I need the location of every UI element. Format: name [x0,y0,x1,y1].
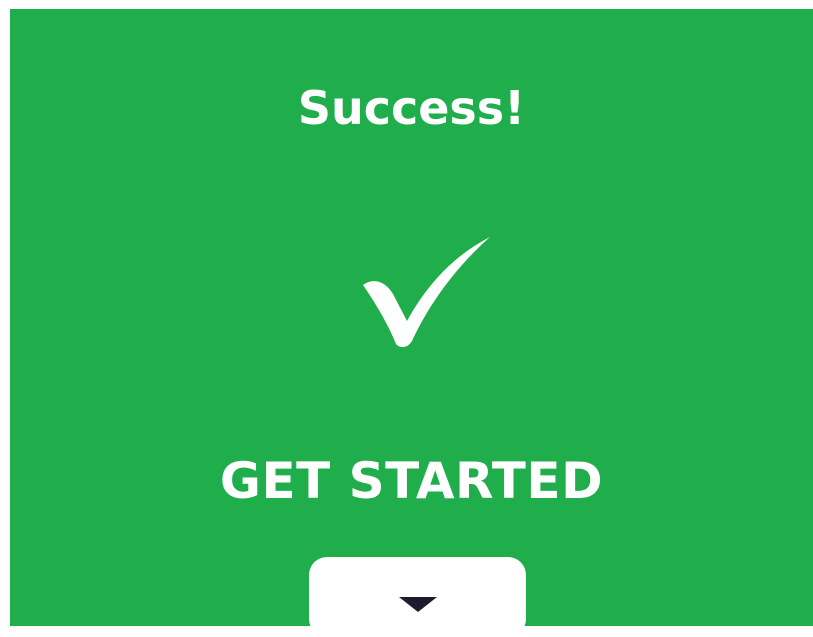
page-title: Success! [297,81,526,135]
success-panel: Success! GET STARTED [10,9,813,637]
get-started-label: GET STARTED [219,452,604,510]
scroll-down-button[interactable] [309,557,526,637]
caret-down-icon [399,597,437,612]
checkmark-icon [363,237,490,348]
